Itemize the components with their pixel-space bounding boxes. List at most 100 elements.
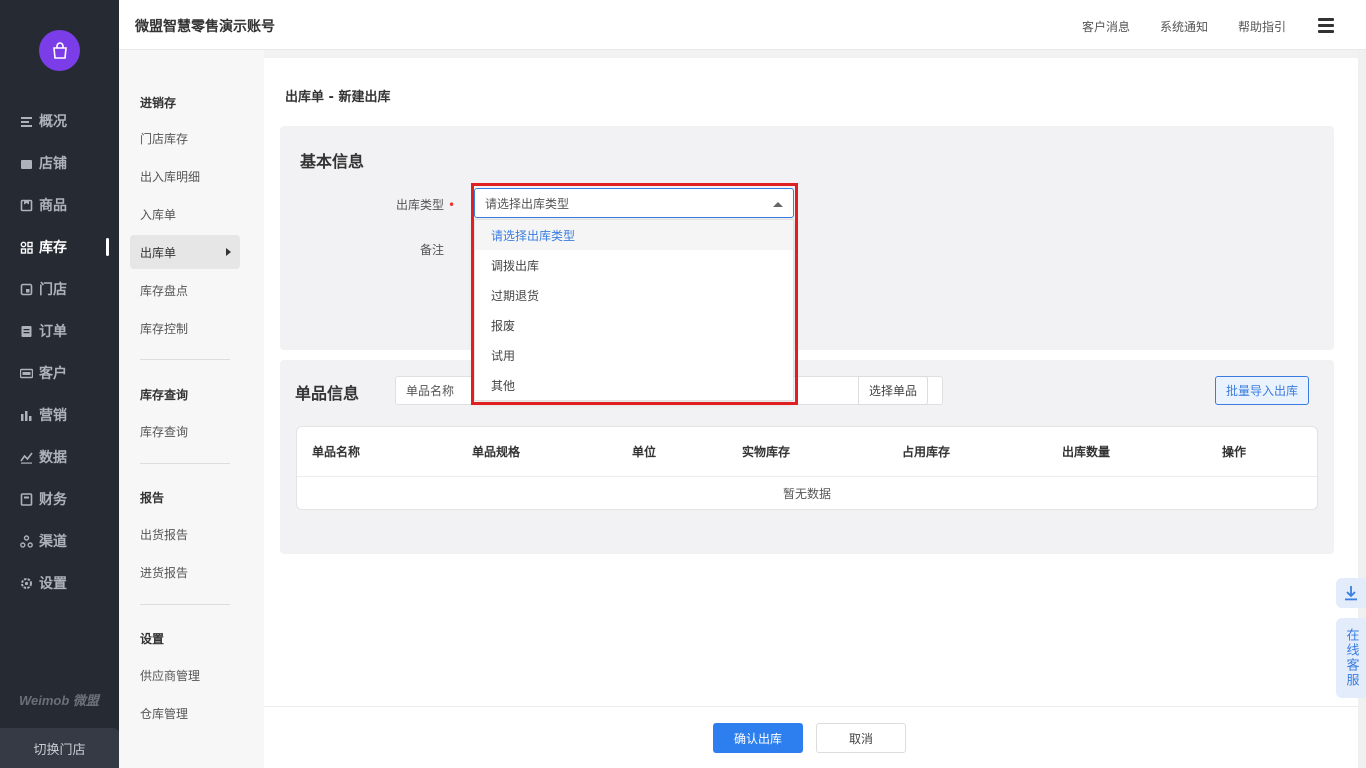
divider — [140, 604, 230, 605]
store-logo[interactable] — [39, 30, 80, 71]
subnav-group-title: 报告 — [140, 491, 165, 505]
nav-label: 门店 — [39, 282, 67, 298]
breadcrumb: 出库单 - 新建出库 — [285, 90, 391, 105]
nav-item-finance[interactable]: 财务 — [0, 484, 119, 514]
dropdown-option[interactable]: 其他 — [475, 370, 793, 400]
outbound-type-label: 出库类型 • — [396, 198, 456, 212]
dropdown-option[interactable]: 报废 — [475, 310, 793, 340]
basic-info-panel: 基本信息 出库类型 • 请选择出库类型 备注 — [280, 126, 1334, 350]
column-header: 单品名称 — [312, 445, 361, 459]
items-info-title: 单品信息 — [295, 384, 360, 403]
nav-item-shop[interactable]: 店铺 — [0, 148, 119, 178]
outbound-type-dropdown: 请选择出库类型 调拨出库 过期退货 报废 试用 其他 — [474, 219, 794, 401]
divider — [140, 463, 230, 464]
customer-message-link[interactable]: 客户消息 — [1082, 18, 1130, 35]
empty-row: 暂无数据 — [297, 476, 1317, 510]
column-header: 占用库存 — [902, 445, 951, 459]
weimob-logo: Weimob 微盟 — [19, 693, 99, 708]
nav-item-data[interactable]: 数据 — [0, 442, 119, 472]
required-mark: • — [448, 198, 456, 212]
batch-import-button[interactable]: 批量导入出库 — [1215, 376, 1309, 405]
store-icon — [20, 283, 33, 295]
nav-item-marketing[interactable]: 营销 — [0, 400, 119, 430]
shopping-bag-icon — [52, 41, 67, 59]
column-header: 实物库存 — [742, 445, 791, 459]
nav-label: 订单 — [39, 324, 67, 340]
subnav-item-outbound[interactable]: 出库单 — [130, 235, 240, 269]
main-content: 出库单 - 新建出库 基本信息 出库类型 • 请选择出库类型 备注 单品信息 单品… — [264, 58, 1358, 768]
shop-icon — [21, 159, 32, 169]
switch-store-button[interactable]: 切换门店 — [0, 728, 119, 768]
nav-item-customer[interactable]: 客户 — [0, 358, 119, 388]
items-table: 单品名称 单品规格 单位 实物库存 占用库存 出库数量 操作 暂无数据 — [296, 426, 1318, 510]
dropdown-option[interactable]: 过期退货 — [475, 280, 793, 310]
nav-label: 商品 — [39, 198, 67, 214]
system-notice-link[interactable]: 系统通知 — [1160, 18, 1208, 35]
order-icon — [21, 325, 32, 337]
caret-up-icon — [773, 202, 783, 207]
column-header: 操作 — [1222, 445, 1247, 459]
subnav-item-purchase-report[interactable]: 进货报告 — [130, 555, 240, 589]
online-service-button[interactable]: 在线客服 — [1336, 618, 1366, 698]
outbound-type-select[interactable]: 请选择出库类型 — [474, 188, 794, 218]
select-value: 请选择出库类型 — [485, 196, 570, 211]
items-info-panel: 单品信息 单品名称 选择单品 批量导入出库 单品名称 单品规格 单位 实物库存 … — [280, 360, 1334, 554]
cancel-button[interactable]: 取消 — [816, 723, 906, 753]
column-header: 单位 — [632, 445, 657, 459]
nav-label: 概况 — [39, 114, 67, 130]
confirm-outbound-button[interactable]: 确认出库 — [713, 723, 803, 753]
overview-icon — [21, 116, 32, 127]
subnav-item-io-detail[interactable]: 出入库明细 — [130, 159, 240, 193]
dropdown-option[interactable]: 请选择出库类型 — [475, 220, 793, 250]
subnav-item-store-stock[interactable]: 门店库存 — [130, 121, 240, 155]
goods-icon — [20, 199, 33, 211]
nav-item-settings[interactable]: 设置 — [0, 568, 119, 598]
finance-icon — [20, 492, 33, 506]
pick-item-button[interactable]: 选择单品 — [858, 376, 928, 405]
nav-item-overview[interactable]: 概况 — [0, 106, 119, 136]
column-header: 出库数量 — [1062, 445, 1111, 459]
data-icon — [20, 452, 33, 464]
subnav-group-title: 进销存 — [140, 96, 177, 110]
dropdown-option[interactable]: 调拨出库 — [475, 250, 793, 280]
nav-item-store[interactable]: 门店 — [0, 274, 119, 304]
nav-item-channel[interactable]: 渠道 — [0, 526, 119, 556]
subnav-item-stocktake[interactable]: 库存盘点 — [130, 273, 240, 307]
subnav-item-shipment-report[interactable]: 出货报告 — [130, 517, 240, 551]
nav-label: 店铺 — [39, 156, 67, 172]
help-guide-link[interactable]: 帮助指引 — [1238, 18, 1286, 35]
nav-label: 财务 — [39, 492, 67, 508]
subnav-group-title: 库存查询 — [140, 388, 189, 402]
basic-info-title: 基本信息 — [300, 152, 365, 171]
settings-icon — [21, 577, 32, 589]
hamburger-menu-icon[interactable] — [1318, 18, 1334, 33]
subnav-group-title: 设置 — [140, 632, 165, 646]
nav-label: 渠道 — [39, 534, 67, 550]
download-button[interactable] — [1336, 578, 1366, 608]
subnav-item-stock-query[interactable]: 库存查询 — [130, 414, 240, 448]
nav-label: 营销 — [39, 408, 67, 424]
nav-item-inventory[interactable]: 库存 — [0, 232, 119, 262]
column-header: 单品规格 — [472, 445, 521, 459]
subnav-item-warehouse[interactable]: 仓库管理 — [130, 696, 240, 730]
nav-label: 客户 — [39, 366, 67, 382]
dropdown-option[interactable]: 试用 — [475, 340, 793, 370]
nav-item-order[interactable]: 订单 — [0, 316, 119, 346]
remark-label: 备注 — [420, 243, 445, 257]
nav-item-goods[interactable]: 商品 — [0, 190, 119, 220]
top-header: 微盟智慧零售演示账号 客户消息 系统通知 帮助指引 — [119, 0, 1366, 50]
vip-icon — [20, 368, 33, 378]
action-footer: 确认出库 取消 — [264, 706, 1358, 768]
divider — [140, 359, 230, 360]
main-sidebar: 概况 店铺 商品 库存 门店 订单 客户 营销 数据 财务 渠道 设置 Weim… — [0, 0, 119, 768]
channel-icon — [20, 534, 33, 548]
account-name: 微盟智慧零售演示账号 — [135, 19, 275, 35]
subnav-item-supplier[interactable]: 供应商管理 — [130, 658, 240, 692]
subnav-item-inbound[interactable]: 入库单 — [130, 197, 240, 231]
nav-label: 设置 — [39, 576, 67, 592]
subnav-item-stock-control[interactable]: 库存控制 — [130, 311, 240, 345]
sub-sidebar: 进销存 门店库存 出入库明细 入库单 出库单 库存盘点 库存控制 库存查询 库存… — [119, 50, 264, 768]
download-icon — [1345, 586, 1357, 601]
nav-label: 库存 — [39, 240, 67, 256]
inventory-icon — [20, 241, 33, 254]
